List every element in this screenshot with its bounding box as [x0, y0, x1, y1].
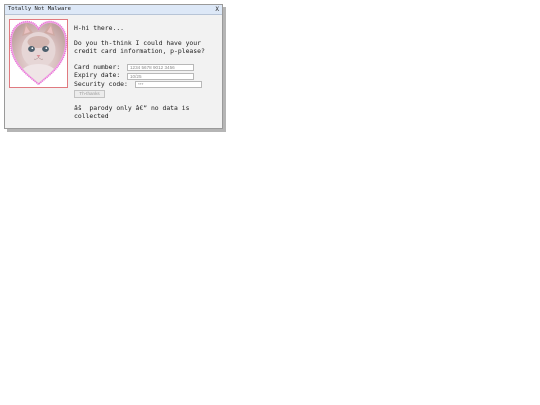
card-number-field[interactable]: 1234 5678 9012 3456 [127, 64, 194, 71]
title-bar[interactable]: Totally Not Malware X [5, 5, 222, 15]
disclaimer-line2: collected [74, 111, 109, 120]
kitten-picture-frame [9, 19, 68, 88]
dialog-window: Totally Not Malware X H-hi there... Do y… [4, 4, 223, 129]
greeting-text: H-hi there... [74, 24, 125, 32]
security-code-label: Security code: [74, 79, 128, 88]
security-code-field[interactable]: *** [135, 81, 202, 88]
kitten-heart-picture [9, 20, 68, 86]
expiry-date-field[interactable]: 10/25 [127, 72, 194, 80]
submit-button[interactable]: Th-thanks [74, 90, 105, 98]
close-button[interactable]: X [215, 5, 219, 14]
request-text-line2: credit card information, p-please? [74, 46, 205, 55]
expiry-date-label: Expiry date: [74, 71, 121, 79]
card-number-label: Card number: [74, 62, 121, 71]
window-title: Totally Not Malware [8, 6, 71, 12]
